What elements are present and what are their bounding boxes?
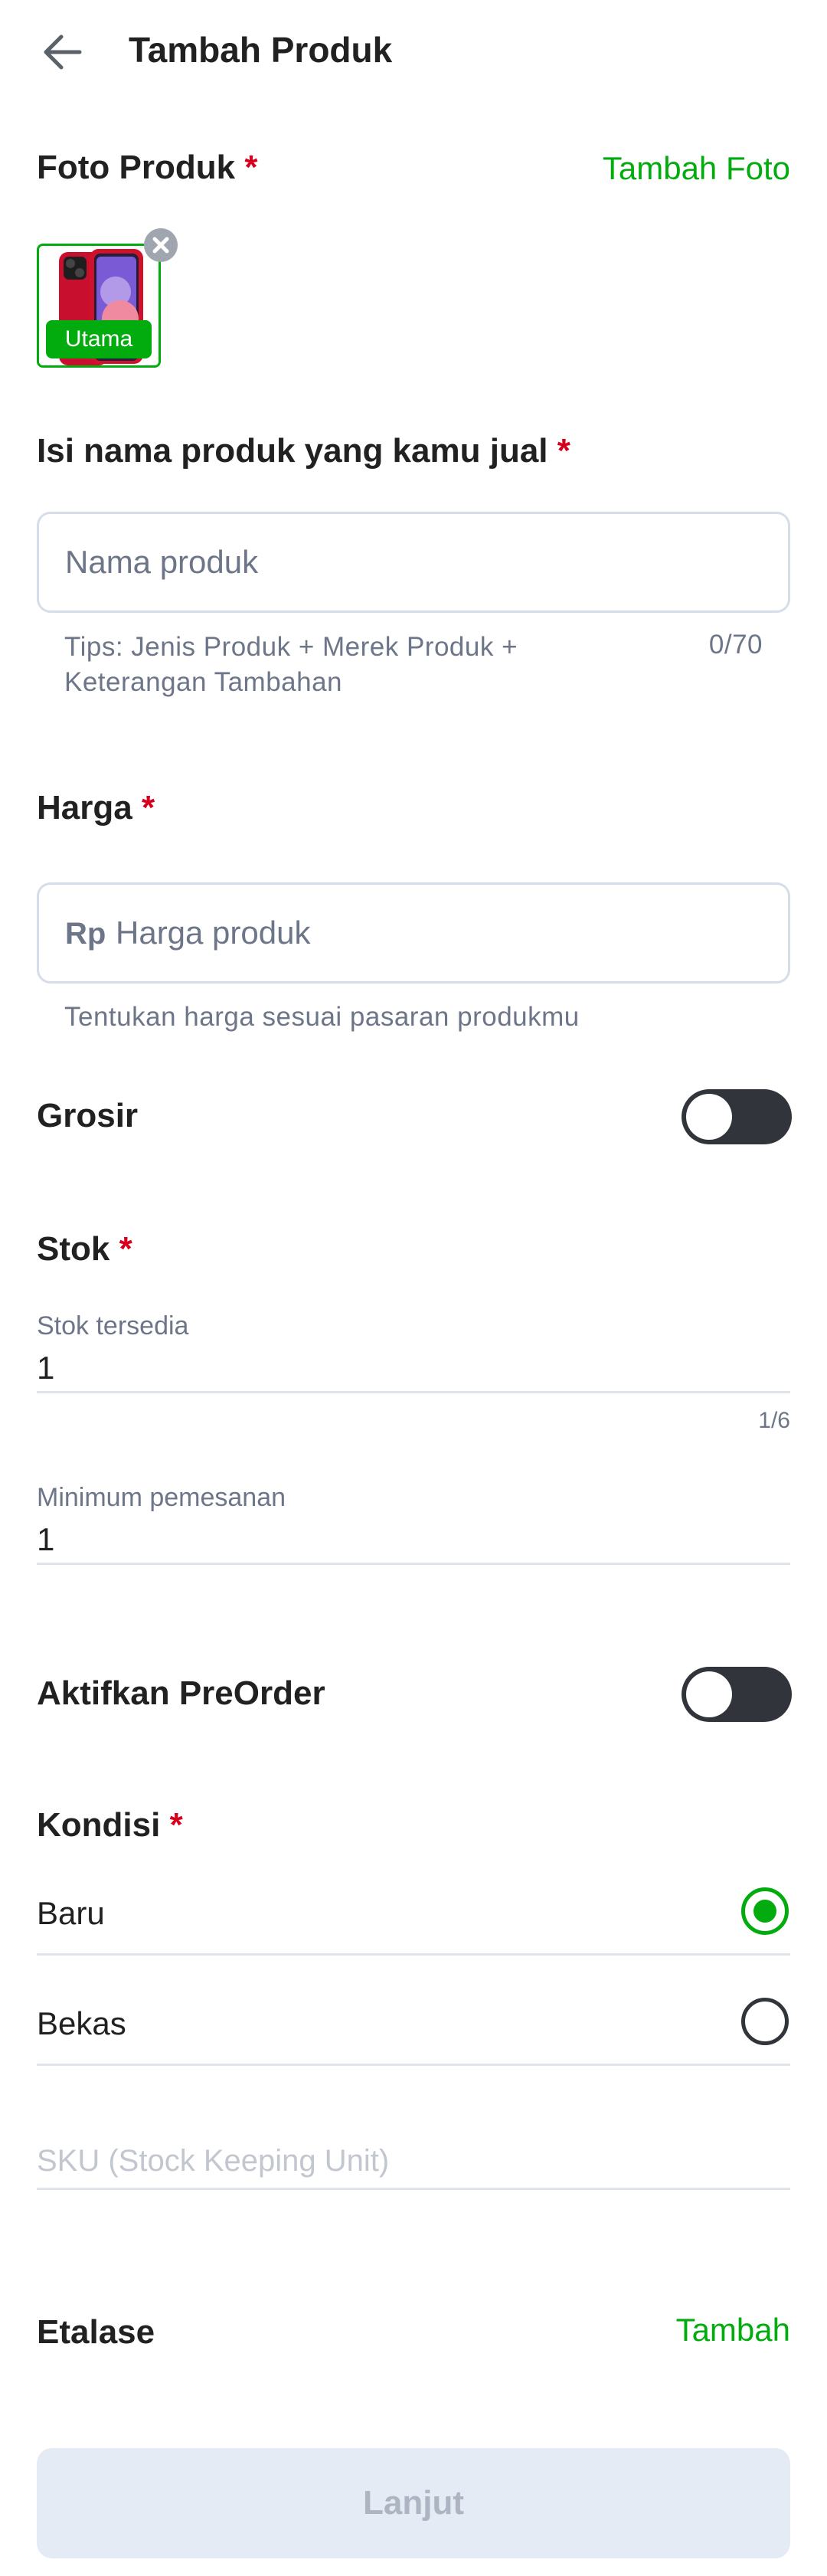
divider <box>37 2188 790 2190</box>
main-photo-badge: Utama <box>46 320 152 358</box>
required-marker: * <box>244 149 258 186</box>
remove-photo-button[interactable] <box>144 228 178 262</box>
toggle-knob <box>686 1094 732 1140</box>
next-button[interactable]: Lanjut <box>37 2448 790 2558</box>
condition-section-label: Kondisi * <box>37 1806 183 1844</box>
required-marker: * <box>119 1230 132 1268</box>
add-photo-link[interactable]: Tambah Foto <box>603 150 790 187</box>
product-name-field[interactable] <box>37 512 790 613</box>
divider <box>37 1953 790 1956</box>
close-icon <box>152 237 169 254</box>
preorder-toggle[interactable] <box>682 1667 792 1722</box>
sku-input[interactable] <box>37 2134 790 2188</box>
product-name-section-label: Isi nama produk yang kamu jual * <box>37 432 570 470</box>
product-name-tips-line2: Keterangan Tambahan <box>64 667 343 697</box>
grosir-label: Grosir <box>37 1097 139 1134</box>
price-label: Harga <box>37 789 132 826</box>
condition-option-label: Bekas <box>37 2005 126 2041</box>
preorder-label: Aktifkan PreOrder <box>37 1674 325 1712</box>
divider <box>37 2064 790 2066</box>
next-button-label: Lanjut <box>363 2484 464 2522</box>
sku-field[interactable] <box>37 2134 790 2188</box>
condition-option-baru[interactable]: Baru <box>37 1869 790 1953</box>
stock-section-label: Stok * <box>37 1230 132 1268</box>
divider <box>37 1563 790 1565</box>
photo-section-label: Foto Produk * <box>37 149 257 187</box>
grosir-toggle[interactable] <box>682 1089 792 1144</box>
condition-label: Kondisi <box>37 1806 161 1844</box>
radio-unselected[interactable] <box>741 1998 789 2045</box>
divider <box>37 1391 790 1393</box>
condition-option-label: Baru <box>37 1895 105 1931</box>
required-marker: * <box>169 1806 183 1844</box>
price-section-label: Harga * <box>37 789 155 827</box>
toggle-knob <box>686 1671 732 1717</box>
min-order-value: 1 <box>37 1521 55 1557</box>
etalase-label: Etalase <box>37 2313 155 2351</box>
stock-label: Stok <box>37 1230 110 1268</box>
stock-available-label: Stok tersedia <box>37 1311 189 1340</box>
price-helper-text: Tentukan harga sesuai pasaran produkmu <box>64 1002 580 1032</box>
add-etalase-link[interactable]: Tambah <box>676 2312 790 2349</box>
min-order-field[interactable]: Minimum pemesanan 1 <box>37 1483 790 1567</box>
price-field[interactable]: Rp <box>37 882 790 984</box>
back-button[interactable] <box>38 28 87 77</box>
condition-option-bekas[interactable]: Bekas <box>37 1979 790 2064</box>
photo-label: Foto Produk <box>37 149 236 186</box>
product-name-label: Isi nama produk yang kamu jual <box>37 432 548 470</box>
stock-available-field[interactable]: Stok tersedia 1 <box>37 1311 790 1396</box>
required-marker: * <box>557 432 570 470</box>
required-marker: * <box>141 789 155 826</box>
min-order-label: Minimum pemesanan <box>37 1483 286 1512</box>
radio-selected[interactable] <box>741 1887 789 1935</box>
page-title: Tambah Produk <box>129 30 393 70</box>
product-name-input[interactable] <box>39 514 788 610</box>
stock-available-value: 1 <box>37 1350 55 1386</box>
radio-dot <box>753 1900 776 1923</box>
price-input[interactable] <box>39 885 788 981</box>
product-name-counter: 0/70 <box>708 630 763 660</box>
product-name-tips: Tips: Jenis Produk + Merek Produk + Kete… <box>64 630 518 700</box>
currency-prefix: Rp <box>65 917 106 951</box>
product-name-tips-line1: Tips: Jenis Produk + Merek Produk + <box>64 632 518 662</box>
arrow-left-icon <box>44 34 82 70</box>
stock-counter: 1/6 <box>758 1408 790 1433</box>
